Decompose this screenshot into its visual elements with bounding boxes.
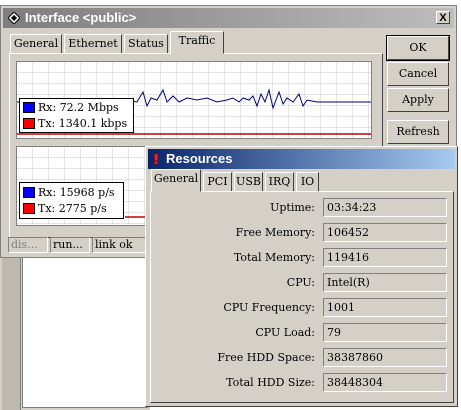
cpu-load-label: CPU Load: bbox=[255, 326, 315, 339]
rx-color-swatch bbox=[23, 102, 35, 113]
res-tab-usb[interactable]: USB bbox=[234, 172, 263, 192]
packets-tx-label: Tx: 2775 p/s bbox=[38, 202, 107, 215]
total-memory-label: Total Memory: bbox=[233, 251, 315, 264]
ok-button[interactable]: OK bbox=[386, 35, 450, 61]
free-memory-label: Free Memory: bbox=[235, 226, 315, 239]
cpu-label: CPU: bbox=[286, 276, 315, 289]
res-tab-general[interactable]: General bbox=[151, 169, 201, 192]
free-memory-value[interactable]: 106452 bbox=[323, 223, 447, 242]
bits-tx-label: Tx: 1340.1 kbps bbox=[38, 117, 128, 130]
free-hdd-value[interactable]: 38387860 bbox=[323, 348, 447, 367]
interface-title: Interface <public> bbox=[25, 10, 137, 25]
res-tab-pci[interactable]: PCI bbox=[203, 172, 232, 192]
rx-packets-swatch bbox=[23, 187, 35, 198]
cancel-button[interactable]: Cancel bbox=[387, 62, 449, 86]
cpu-frequency-label: CPU Frequency: bbox=[223, 301, 315, 314]
status-running: run... bbox=[50, 237, 90, 253]
uptime-label: Uptime: bbox=[270, 201, 315, 214]
status-disabled: dis... bbox=[8, 237, 48, 253]
refresh-button[interactable]: Refresh bbox=[387, 120, 449, 144]
free-hdd-label: Free HDD Space: bbox=[217, 351, 315, 364]
close-button[interactable]: X bbox=[436, 11, 450, 24]
packets-rx-label: Rx: 15968 p/s bbox=[38, 186, 115, 199]
interface-icon bbox=[8, 12, 20, 24]
cpu-load-value[interactable]: 79 bbox=[323, 323, 447, 342]
resources-title: Resources bbox=[166, 151, 233, 166]
apply-button[interactable]: Apply bbox=[387, 88, 449, 112]
packets-legend: Rx: 15968 p/s Tx: 2775 p/s bbox=[19, 182, 124, 219]
status-link: link ok bbox=[92, 237, 147, 253]
resources-window: Resources General PCI USB IRQ IO Uptime:… bbox=[145, 146, 458, 407]
list-area[interactable] bbox=[22, 254, 148, 408]
tab-ethernet[interactable]: Ethernet bbox=[64, 34, 122, 54]
tab-traffic[interactable]: Traffic bbox=[170, 31, 224, 54]
tx-packets-swatch bbox=[23, 203, 35, 214]
cpu-frequency-value[interactable]: 1001 bbox=[323, 298, 447, 317]
cpu-value[interactable]: Intel(R) bbox=[323, 273, 447, 292]
close-icon: X bbox=[439, 12, 447, 24]
list-left-rail bbox=[2, 240, 21, 410]
resources-titlebar[interactable]: Resources bbox=[148, 149, 455, 169]
total-hdd-label: Total HDD Size: bbox=[226, 376, 315, 389]
res-tab-io[interactable]: IO bbox=[296, 172, 319, 192]
uptime-value[interactable]: 03:34:23 bbox=[323, 198, 447, 217]
alert-icon bbox=[154, 153, 159, 165]
bits-legend: Rx: 72.2 Mbps Tx: 1340.1 kbps bbox=[19, 98, 134, 133]
tab-status[interactable]: Status bbox=[124, 34, 168, 54]
bits-rx-label: Rx: 72.2 Mbps bbox=[38, 101, 119, 114]
background-list-window bbox=[0, 240, 150, 410]
total-memory-value[interactable]: 119416 bbox=[323, 248, 447, 267]
interface-titlebar[interactable]: Interface <public> X bbox=[3, 8, 454, 28]
tab-general[interactable]: General bbox=[10, 34, 62, 54]
tx-color-swatch bbox=[23, 118, 35, 129]
res-tab-irq[interactable]: IRQ bbox=[265, 172, 294, 192]
total-hdd-value[interactable]: 38448304 bbox=[323, 373, 447, 392]
